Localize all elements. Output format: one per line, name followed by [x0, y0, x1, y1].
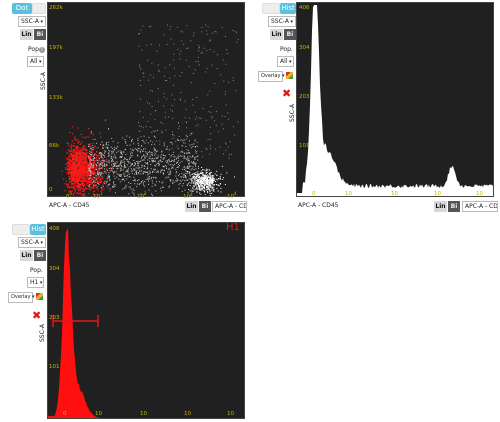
x-tick: 10: [345, 191, 352, 197]
population-select[interactable]: H1: [27, 277, 44, 288]
y-bi-button[interactable]: Bi: [34, 29, 46, 40]
x-axis-label: APC-A - CD45: [298, 202, 339, 209]
dot-plot[interactable]: [47, 2, 245, 197]
x-tick: 10: [391, 191, 398, 197]
pop-label: Pop.: [30, 267, 43, 274]
y-tick: 66k: [49, 143, 60, 149]
tab-dot[interactable]: [12, 224, 30, 235]
gate-name: H1: [226, 222, 240, 233]
x-axis-label: APC-A - CD45: [49, 202, 90, 209]
x-tick: 10: [434, 191, 441, 197]
y-lin-button[interactable]: Lin: [270, 29, 283, 40]
x-tick: 10: [227, 411, 234, 417]
y-axis-label: SSC-A: [40, 72, 47, 90]
y-tick: 304: [299, 45, 310, 51]
x-tick: 10: [140, 411, 147, 417]
y-tick: 203: [299, 94, 310, 100]
y-tick: 0: [49, 187, 53, 193]
histogram-plot[interactable]: [296, 2, 494, 197]
y-axis-select[interactable]: SSC-A: [18, 16, 46, 27]
close-icon[interactable]: ✖: [282, 87, 291, 100]
pop-label: Pop.: [280, 46, 293, 53]
y-lin-button[interactable]: Lin: [20, 29, 33, 40]
x-bi-button[interactable]: Bi: [448, 201, 460, 212]
tab-hist[interactable]: Hist: [280, 3, 296, 14]
histogram-area: [297, 5, 493, 196]
x-tick: 0: [312, 191, 316, 197]
histogram-area: [48, 226, 244, 418]
x-lin-button[interactable]: Lin: [185, 201, 198, 212]
info-icon[interactable]: i: [39, 47, 45, 53]
x-tick: 10: [476, 191, 483, 197]
color-palette-icon[interactable]: [36, 293, 43, 300]
y-axis-label: SSC-A: [39, 324, 46, 342]
dot-plot-canvas: [61, 24, 239, 197]
y-axis-label: SSC-A: [289, 104, 296, 122]
y-axis-select[interactable]: SSC-A: [268, 16, 296, 27]
x-tick: 10: [95, 411, 102, 417]
population-select[interactable]: All: [27, 56, 44, 67]
y-tick: 406: [299, 5, 310, 11]
tab-dot[interactable]: Dot: [12, 3, 32, 14]
y-tick: 101: [49, 364, 60, 370]
y-bi-button[interactable]: Bi: [284, 29, 296, 40]
gated-histogram-plot[interactable]: [47, 222, 245, 419]
tab-dot[interactable]: [262, 3, 280, 14]
histogram-canvas: [297, 5, 493, 196]
overlay-select[interactable]: Overlay: [8, 292, 33, 303]
population-select[interactable]: All: [277, 56, 294, 67]
y-tick: 262k: [49, 5, 63, 11]
x-tick: 101: [93, 191, 103, 200]
y-tick: 197k: [49, 45, 63, 51]
y-tick: 203: [49, 315, 60, 321]
y-tick: 133k: [49, 95, 63, 101]
y-tick: 304: [49, 266, 60, 272]
y-tick: 406: [49, 226, 60, 232]
gated-histogram-canvas: [48, 226, 244, 418]
y-tick: 101: [299, 143, 310, 149]
tab-hist[interactable]: Hist: [30, 224, 46, 235]
x-tick: 104: [227, 191, 237, 200]
x-axis-select[interactable]: APC-A - CD: [462, 201, 498, 212]
close-icon[interactable]: ✖: [32, 309, 41, 322]
overlay-select[interactable]: Overlay: [258, 71, 283, 82]
y-lin-button[interactable]: Lin: [20, 250, 33, 261]
x-lin-button[interactable]: Lin: [434, 201, 447, 212]
y-axis-select[interactable]: SSC-A: [18, 237, 46, 248]
x-tick: 10: [184, 411, 191, 417]
x-tick: 0: [63, 411, 67, 417]
color-palette-icon[interactable]: [286, 72, 293, 79]
x-tick: 103: [183, 191, 193, 200]
x-axis-select[interactable]: APC-A - CD: [212, 201, 247, 212]
y-bi-button[interactable]: Bi: [34, 250, 46, 261]
x-tick: 00: [66, 191, 73, 200]
x-tick: 102: [137, 191, 147, 200]
tab-hist[interactable]: [32, 3, 46, 14]
x-bi-button[interactable]: Bi: [199, 201, 211, 212]
